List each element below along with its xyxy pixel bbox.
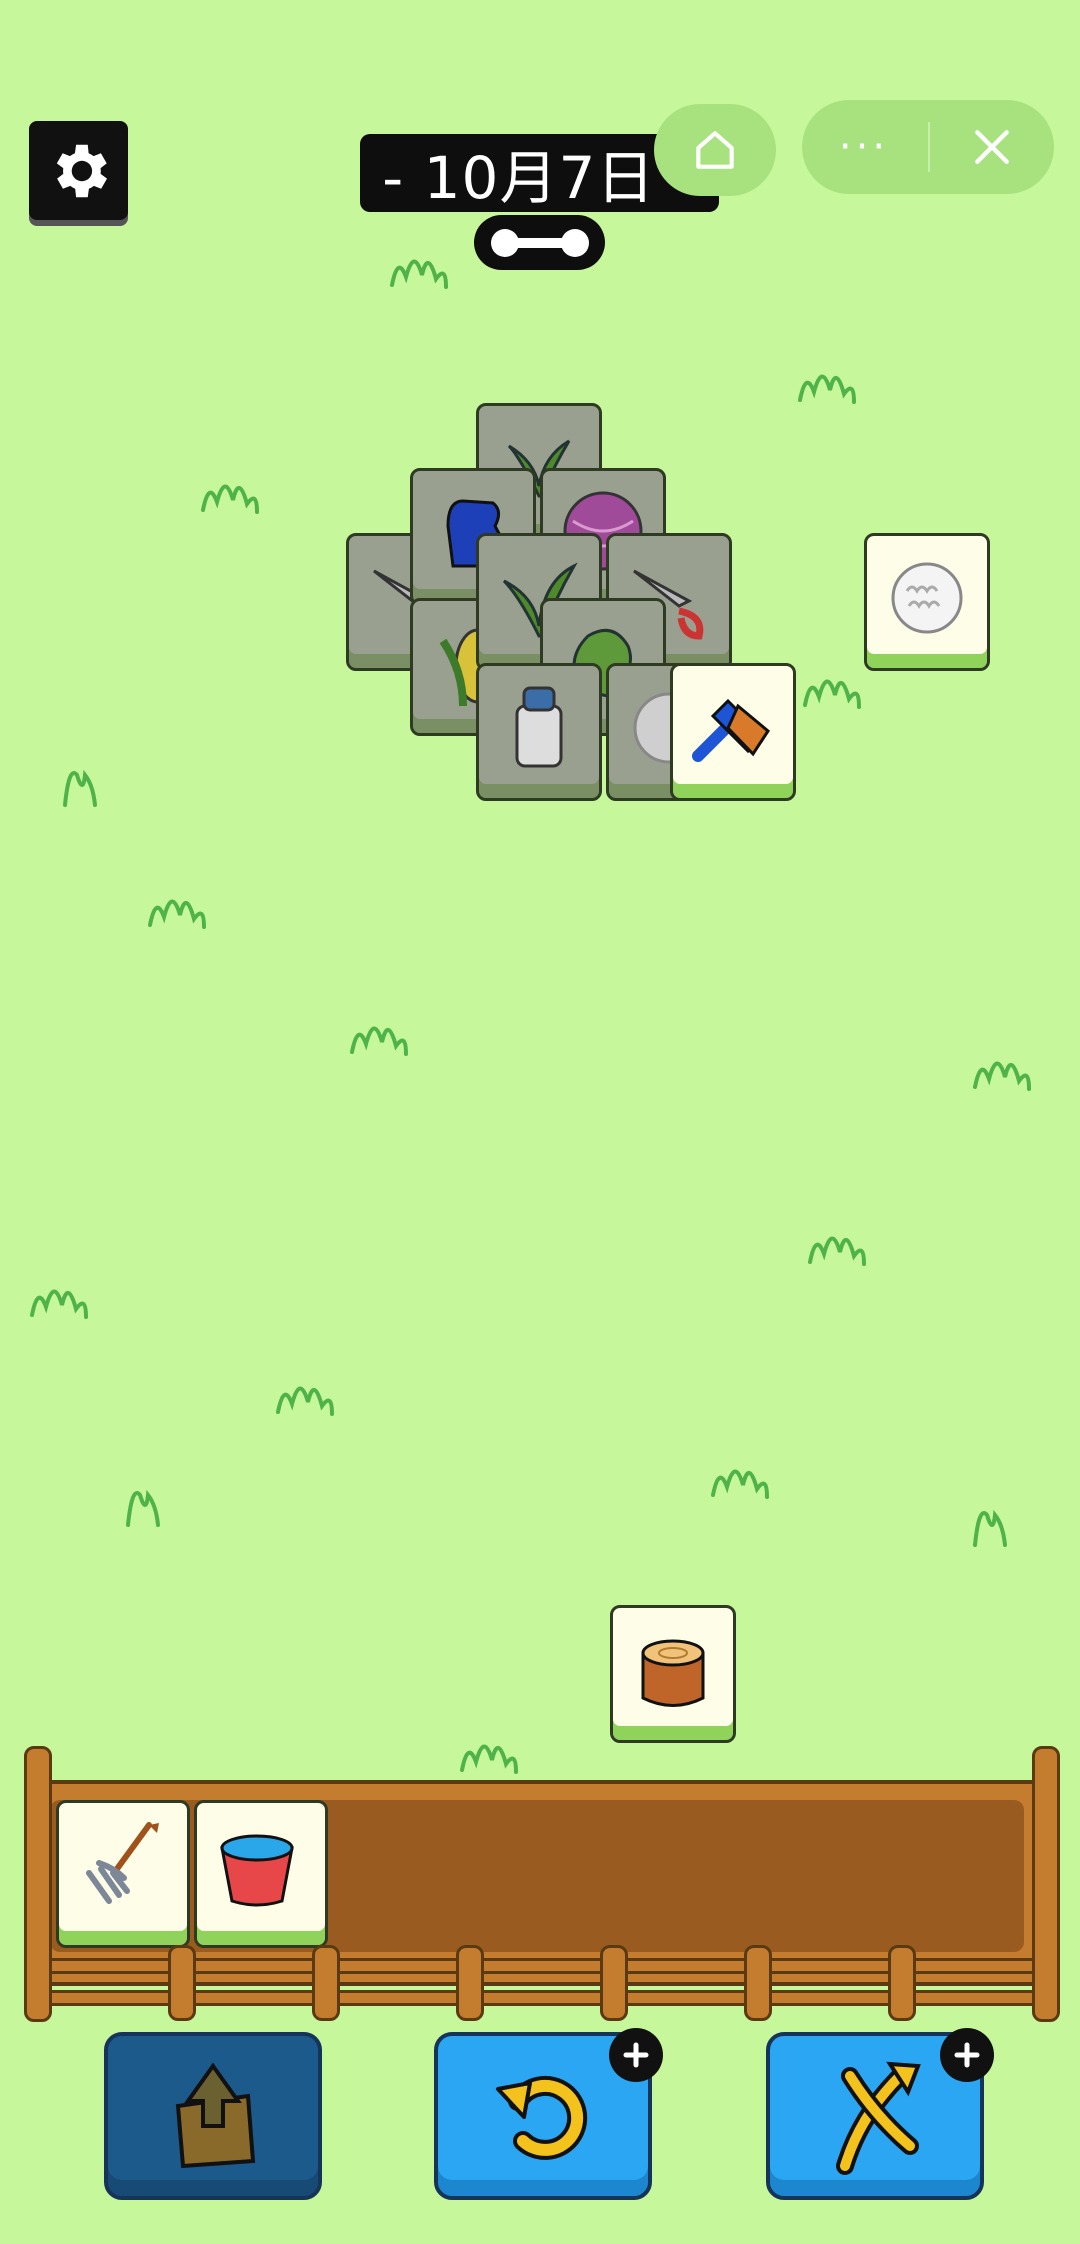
plus-icon <box>623 2042 649 2068</box>
home-icon <box>696 131 734 169</box>
move-out-icon <box>175 2062 256 2169</box>
close-button[interactable] <box>930 100 1054 194</box>
fence-post <box>744 1945 772 2021</box>
tile <box>476 663 602 801</box>
shuffle-icon <box>836 2061 921 2175</box>
milk-can-icon <box>515 686 563 768</box>
fence-post <box>312 1945 340 2021</box>
wool-icon <box>891 562 963 634</box>
gear-icon <box>56 144 107 197</box>
pitchfork-icon <box>86 1822 159 1904</box>
link-bone-icon <box>490 228 589 257</box>
brush-icon <box>692 698 770 762</box>
settings-button[interactable] <box>29 121 128 220</box>
plus-icon <box>954 2042 980 2068</box>
close-icon <box>975 130 1009 164</box>
fence-post <box>24 1746 52 2022</box>
tile[interactable] <box>670 663 796 801</box>
move-out-button[interactable] <box>104 2032 322 2200</box>
fence-post <box>600 1945 628 2021</box>
shuffle-add-badge[interactable] <box>940 2028 994 2082</box>
undo-icon <box>496 2075 588 2160</box>
more-button[interactable]: ··· <box>802 100 926 194</box>
bucket-icon <box>220 1834 294 1907</box>
tray-slot-tile <box>194 1800 328 1948</box>
tile[interactable] <box>610 1605 736 1743</box>
home-button[interactable] <box>654 104 776 196</box>
fence-post <box>456 1945 484 2021</box>
link-badge[interactable] <box>474 215 605 270</box>
undo-add-badge[interactable] <box>609 2028 663 2082</box>
tile[interactable] <box>864 533 990 671</box>
fence-post <box>888 1945 916 2021</box>
fence-post <box>1032 1746 1060 2022</box>
tree-stump-icon <box>641 1639 705 1707</box>
tray-slot-tile <box>56 1800 190 1948</box>
fence-post <box>168 1945 196 2021</box>
